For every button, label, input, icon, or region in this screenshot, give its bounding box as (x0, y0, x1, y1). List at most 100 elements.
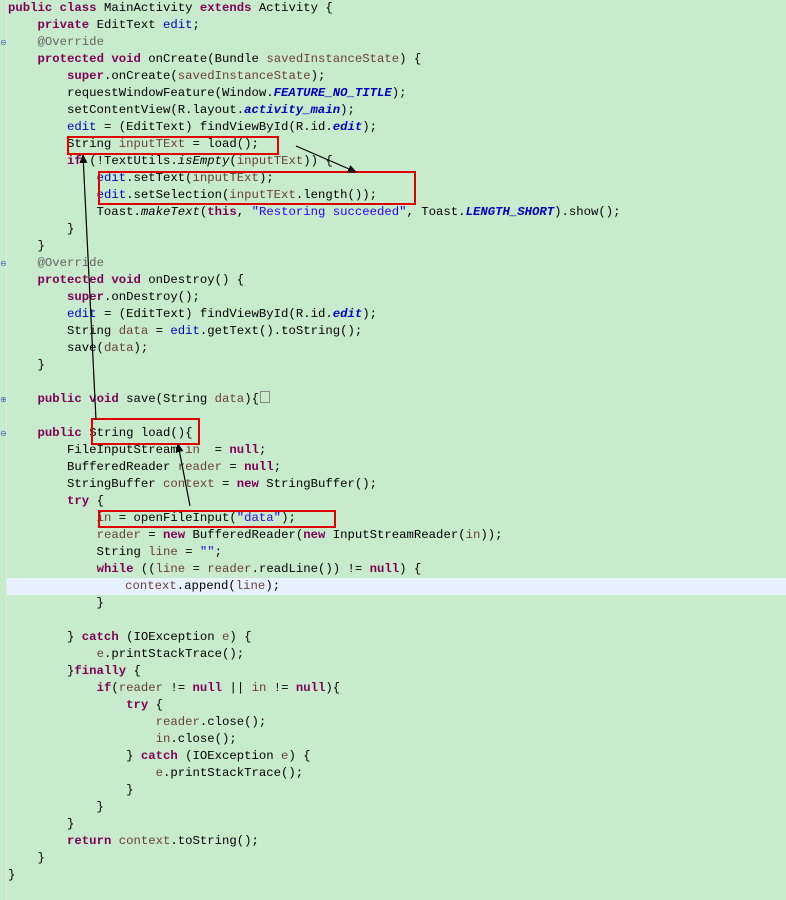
code-line[interactable]: } (8, 782, 786, 799)
code-line[interactable] (8, 612, 786, 629)
code-token: null (192, 681, 223, 695)
code-token: .setText( (126, 171, 193, 185)
code-line[interactable]: reader.close(); (8, 714, 786, 731)
code-line[interactable]: String data = edit.getText().toString(); (8, 323, 786, 340)
code-line[interactable]: edit.setSelection(inputTExt.length()); (8, 187, 786, 204)
code-line[interactable]: if(reader != null || in != null){ (8, 680, 786, 697)
code-line[interactable]: edit = (EditText) findViewById(R.id.edit… (8, 306, 786, 323)
folded-code-icon[interactable] (259, 391, 270, 403)
code-line[interactable]: protected void onCreate(Bundle savedInst… (8, 51, 786, 68)
collapse-icon[interactable]: ⊖ (0, 259, 7, 268)
code-token: StringBuffer(); (266, 477, 377, 491)
code-line[interactable]: super.onDestroy(); (8, 289, 786, 306)
code-token: context (162, 477, 215, 491)
code-token: new (303, 528, 333, 542)
code-line[interactable] (8, 374, 786, 391)
expand-icon[interactable]: ⊕ (0, 395, 7, 404)
code-line[interactable]: FileInputStream in = null; (8, 442, 786, 459)
code-line[interactable]: } (8, 850, 786, 867)
code-line[interactable]: BufferedReader reader = null; (8, 459, 786, 476)
code-token: in (185, 443, 200, 457)
code-token: new (162, 528, 193, 542)
code-token: InputStreamReader( (332, 528, 466, 542)
collapse-icon[interactable]: ⊖ (0, 429, 7, 438)
code-token: in (155, 732, 171, 746)
code-token: .getText().toString(); (199, 324, 363, 338)
code-token: ) { (399, 562, 422, 576)
code-token: protected void (37, 52, 149, 66)
code-line[interactable]: reader = new BufferedReader(new InputStr… (8, 527, 786, 544)
code-line[interactable]: } catch (IOException e) { (8, 629, 786, 646)
code-token: .readLine()) != (251, 562, 370, 576)
code-line[interactable]: super.onCreate(savedInstanceState); (8, 68, 786, 85)
code-line[interactable]: } (8, 799, 786, 816)
code-line[interactable]: protected void onDestroy() { (8, 272, 786, 289)
code-line[interactable]: String line = ""; (8, 544, 786, 561)
code-token: ); (281, 511, 296, 525)
code-line[interactable]: try { (8, 493, 786, 510)
code-token: .setSelection( (126, 188, 230, 202)
code-line-current[interactable]: context.append(line); (7, 578, 786, 595)
code-token: EditText (96, 18, 163, 32)
code-token: != (266, 681, 296, 695)
code-line[interactable] (8, 408, 786, 425)
code-line[interactable]: setContentView(R.layout.activity_main); (8, 102, 786, 119)
code-token: .onDestroy(); (103, 290, 200, 304)
code-token: onDestroy() { (148, 273, 245, 287)
code-token: public void (37, 392, 127, 406)
code-token: in (465, 528, 481, 542)
code-editor[interactable]: public class MainActivity extends Activi… (7, 0, 786, 884)
code-line[interactable]: e.printStackTrace(); (8, 646, 786, 663)
code-line[interactable]: edit.setText(inputTExt); (8, 170, 786, 187)
code-line[interactable]: in.close(); (8, 731, 786, 748)
code-line[interactable]: save(data); (8, 340, 786, 357)
code-token: edit (332, 307, 363, 321)
code-line[interactable]: public String load(){ (8, 425, 786, 442)
code-line[interactable]: in = openFileInput("data"); (8, 510, 786, 527)
code-line[interactable]: Toast.makeText(this, "Restoring succeede… (8, 204, 786, 221)
code-line[interactable]: } (8, 816, 786, 833)
code-token: .append( (176, 579, 236, 593)
code-token: makeText (140, 205, 200, 219)
code-line[interactable]: } catch (IOException e) { (8, 748, 786, 765)
code-token: .printStackTrace(); (103, 647, 245, 661)
code-line[interactable]: edit = (EditText) findViewById(R.id.edit… (8, 119, 786, 136)
code-line[interactable]: } (8, 238, 786, 255)
code-line[interactable]: } (8, 221, 786, 238)
code-token: .close(); (170, 732, 237, 746)
editor-gutter (0, 0, 7, 900)
code-line[interactable]: while ((line = reader.readLine()) != nul… (8, 561, 786, 578)
code-line[interactable]: @Override (8, 34, 786, 51)
code-token: { (155, 698, 163, 712)
code-line[interactable]: if (!TextUtils.isEmpty(inputTExt)) { (8, 153, 786, 170)
code-line[interactable]: StringBuffer context = new StringBuffer(… (8, 476, 786, 493)
code-line[interactable]: public class MainActivity extends Activi… (8, 0, 786, 17)
collapse-icon[interactable]: ⊖ (0, 38, 7, 47)
code-line[interactable]: e.printStackTrace(); (8, 765, 786, 782)
code-line[interactable]: } (8, 867, 786, 884)
code-line[interactable]: }finally { (8, 663, 786, 680)
code-token: ; (214, 545, 223, 559)
code-token: String (8, 137, 119, 151)
code-line[interactable]: String inputTExt = load(); (8, 136, 786, 153)
code-token: ; (192, 18, 200, 32)
code-line[interactable]: public void save(String data){ (8, 391, 786, 408)
code-token: = (177, 545, 200, 559)
code-token: ); (391, 86, 407, 100)
code-line[interactable]: requestWindowFeature(Window.FEATURE_NO_T… (8, 85, 786, 102)
code-token: edit (67, 120, 97, 134)
code-line[interactable]: private EditText edit; (8, 17, 786, 34)
code-line[interactable]: @Override (8, 255, 786, 272)
code-line[interactable]: } (8, 357, 786, 374)
code-token: e (155, 766, 163, 780)
code-line[interactable]: return context.toString(); (8, 833, 786, 850)
code-line[interactable]: } (8, 595, 786, 612)
code-line[interactable]: try { (8, 697, 786, 714)
code-token: requestWindowFeature(Window. (8, 86, 274, 100)
